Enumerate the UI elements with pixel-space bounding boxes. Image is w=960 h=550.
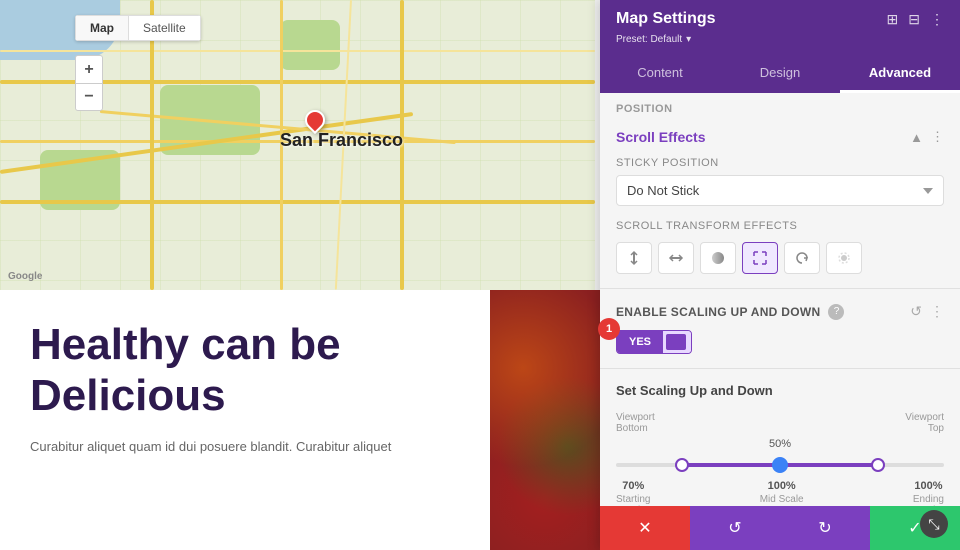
map-container: San Francisco Google Map Satellite + − bbox=[0, 0, 595, 290]
enable-scaling-text: Enable Scaling Up and Down bbox=[616, 305, 820, 319]
scroll-effects-header: Scroll Effects ▲ ⋮ bbox=[616, 129, 944, 145]
toggle-yes-label[interactable]: YES bbox=[617, 331, 663, 353]
mid-scale-item: 100% Mid Scale bbox=[760, 480, 804, 506]
map-zoom-out[interactable]: − bbox=[75, 83, 103, 111]
panel-header-top: Map Settings ⊞ ⊟ ⋮ bbox=[616, 10, 944, 28]
slider-pct-label: 50% bbox=[616, 438, 944, 450]
toggle-knob bbox=[666, 334, 686, 350]
panel-title: Map Settings bbox=[616, 10, 716, 28]
starting-scale-item: 70% StartingScale bbox=[616, 480, 650, 506]
scroll-effects-more[interactable]: ⋮ bbox=[931, 129, 944, 145]
scroll-effects-controls: ▲ ⋮ bbox=[910, 129, 944, 145]
city-label: San Francisco bbox=[280, 130, 403, 151]
map-type-satellite[interactable]: Satellite bbox=[128, 15, 201, 41]
viewport-bottom-label: ViewportBottom bbox=[616, 412, 655, 434]
tab-advanced[interactable]: Advanced bbox=[840, 55, 960, 93]
enable-scaling-section: Enable Scaling Up and Down ? ↺ ⋮ YES bbox=[600, 289, 960, 369]
transform-horizontal[interactable] bbox=[658, 242, 694, 274]
mid-scale-label: Mid Scale bbox=[760, 494, 804, 505]
undo-button[interactable]: ↺ bbox=[690, 506, 780, 550]
corner-drag-handle[interactable]: ⤡ bbox=[920, 510, 948, 538]
ending-scale-pct: 100% bbox=[914, 480, 942, 492]
set-scaling-title: Set Scaling Up and Down bbox=[616, 383, 944, 398]
scroll-effects-section: Scroll Effects ▲ ⋮ Sticky Position Do No… bbox=[600, 115, 960, 289]
slider-container bbox=[616, 456, 944, 474]
badge-number: 1 bbox=[598, 318, 620, 340]
enable-label-group: Enable Scaling Up and Down ? bbox=[616, 304, 844, 320]
panel-tabs: Content Design Advanced bbox=[600, 55, 960, 93]
scroll-transform-label: Scroll Transform Effects bbox=[616, 220, 944, 232]
enable-scaling-row: Enable Scaling Up and Down ? ↺ ⋮ bbox=[616, 303, 944, 320]
enable-scaling-icons: ↺ ⋮ bbox=[910, 303, 944, 320]
panel-preset-arrow: ▾ bbox=[686, 34, 691, 45]
slider-thumb-mid[interactable] bbox=[772, 457, 788, 473]
panel-body: POSITION Scroll Effects ▲ ⋮ Sticky Posit… bbox=[600, 93, 960, 506]
panel-preset[interactable]: Preset: Default ▾ bbox=[616, 34, 944, 45]
scroll-effects-title: Scroll Effects bbox=[616, 129, 705, 145]
transform-fade[interactable] bbox=[700, 242, 736, 274]
position-section-label: POSITION bbox=[600, 93, 960, 115]
map-road-7 bbox=[0, 50, 595, 52]
ending-scale-label: EndingScale bbox=[913, 494, 944, 506]
redo-icon: ↻ bbox=[818, 518, 831, 538]
content-area: Healthy can be Delicious Curabitur aliqu… bbox=[0, 290, 490, 550]
map-road-4 bbox=[150, 0, 154, 290]
redo-button[interactable]: ↻ bbox=[780, 506, 870, 550]
food-overlay bbox=[490, 290, 600, 550]
settings-panel: Map Settings ⊞ ⊟ ⋮ Preset: Default ▾ Con… bbox=[600, 0, 960, 550]
content-body: Curabitur aliquet quam id dui posuere bl… bbox=[30, 437, 460, 458]
undo-icon: ↺ bbox=[728, 518, 741, 538]
cancel-icon: ✕ bbox=[638, 518, 651, 538]
slider-thumb-left[interactable] bbox=[675, 458, 689, 472]
enable-more-icon[interactable]: ⋮ bbox=[930, 303, 944, 320]
panel-icon-grid[interactable]: ⊞ bbox=[887, 11, 899, 28]
google-logo: Google bbox=[8, 271, 42, 282]
transform-vertical[interactable] bbox=[616, 242, 652, 274]
map-background: San Francisco Google bbox=[0, 0, 595, 290]
sticky-position-select[interactable]: Do Not Stick Stick to Top Stick to Botto… bbox=[616, 175, 944, 206]
mid-pct-value: 50% bbox=[769, 438, 791, 450]
help-icon[interactable]: ? bbox=[828, 304, 844, 320]
sticky-position-label: Sticky Position bbox=[616, 157, 944, 169]
tab-design[interactable]: Design bbox=[720, 55, 840, 93]
transform-blur[interactable] bbox=[826, 242, 862, 274]
starting-scale-pct: 70% bbox=[622, 480, 644, 492]
panel-preset-text: Preset: Default bbox=[616, 34, 682, 45]
map-pin bbox=[305, 110, 325, 136]
transform-scale[interactable] bbox=[742, 242, 778, 274]
map-type-bar: Map Satellite bbox=[75, 15, 201, 41]
tab-content[interactable]: Content bbox=[600, 55, 720, 93]
ending-scale-item: 100% EndingScale bbox=[913, 480, 944, 506]
enable-scaling-toggle[interactable]: YES bbox=[616, 330, 692, 354]
slider-thumb-right[interactable] bbox=[871, 458, 885, 472]
map-pin-body bbox=[301, 106, 329, 134]
scroll-effects-collapse[interactable]: ▲ bbox=[910, 130, 923, 145]
scale-labels: 70% StartingScale 100% Mid Scale 100% En… bbox=[616, 480, 944, 506]
toggle-slider[interactable] bbox=[663, 331, 691, 353]
panel-header: Map Settings ⊞ ⊟ ⋮ Preset: Default ▾ bbox=[600, 0, 960, 55]
enable-reset-icon[interactable]: ↺ bbox=[910, 303, 922, 320]
panel-icon-more[interactable]: ⋮ bbox=[930, 11, 944, 28]
slider-track-area bbox=[616, 456, 944, 474]
panel-header-icons: ⊞ ⊟ ⋮ bbox=[887, 11, 944, 28]
transform-rotate[interactable] bbox=[784, 242, 820, 274]
content-heading: Healthy can be Delicious bbox=[30, 320, 460, 421]
slider-track bbox=[616, 463, 944, 467]
mid-scale-pct: 100% bbox=[768, 480, 796, 492]
cancel-button[interactable]: ✕ bbox=[600, 506, 690, 550]
starting-scale-label: StartingScale bbox=[616, 494, 650, 506]
viewport-top-label: ViewportTop bbox=[905, 412, 944, 434]
map-zoom-in[interactable]: + bbox=[75, 55, 103, 83]
food-image bbox=[490, 290, 600, 550]
map-park-2 bbox=[280, 20, 340, 70]
map-type-map[interactable]: Map bbox=[75, 15, 128, 41]
panel-footer: ✕ ↺ ↻ ✓ bbox=[600, 506, 960, 550]
panel-icon-layout[interactable]: ⊟ bbox=[908, 11, 920, 28]
set-scaling-section: Set Scaling Up and Down ViewportBottom V… bbox=[600, 369, 960, 506]
map-road-3 bbox=[0, 200, 595, 204]
map-zoom-controls: + − bbox=[75, 55, 103, 111]
transform-icons-row bbox=[616, 242, 944, 274]
